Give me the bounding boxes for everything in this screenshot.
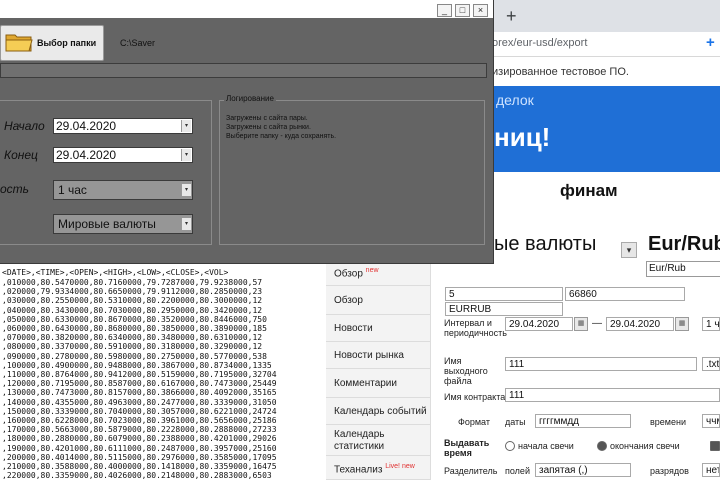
menu-item-overview-new[interactable]: Обзор new [326,262,430,286]
instrument-code-field[interactable]: 66860 [565,287,685,301]
candle-end-label: окончания свечи [610,441,680,451]
field-separator-select[interactable]: запятая (,) [535,463,631,477]
market-title: ые валюты [494,233,597,255]
dropdown-arrow-icon[interactable]: ▾ [181,149,191,161]
extension-plus-icon[interactable]: + [706,34,715,51]
format-label: Формат [458,417,490,427]
new-tab-button[interactable]: + [506,6,517,27]
filename-label: Имя выходного файла [444,356,488,386]
market-select[interactable]: Мировые валюты ▾ [53,214,193,234]
minimize-icon[interactable]: _ [437,4,452,17]
end-label: Конец [4,148,38,162]
period-value: 1 час [58,183,87,197]
date-to-field[interactable]: 29.04.2020 [606,317,674,331]
menu-item-tech-analysis[interactable]: Теханализ Live! new [326,457,430,480]
folder-icon [5,34,33,52]
log-line: Выберите папку - куда сохранять. [226,133,337,140]
date-separator: — [592,318,602,329]
period-select[interactable]: 1 ч [702,317,720,331]
digits-label: разрядов [650,466,689,476]
window-title-bar[interactable] [0,0,493,18]
select-folder-button[interactable]: Выбор папки [0,25,104,61]
file-extension-select[interactable]: .txt [702,357,720,371]
option-checkbox[interactable] [710,441,720,451]
start-label: Начало [4,119,45,133]
candle-start-label: начала свечи [518,441,574,451]
start-date-picker[interactable]: 29.04.2020 ▾ [53,118,193,134]
page-notice: изированное тестовое ПО. [492,66,629,78]
log-title: Логирование [224,94,276,103]
csv-header: <DATE>,<TIME>,<OPEN>,<HIGH>,<LOW>,<CLOSE… [2,268,229,277]
banner-subtext: делок [496,92,534,108]
start-date-value: 29.04.2020 [56,119,117,133]
fields-label: полей [505,466,530,476]
market-code-field[interactable]: 5 [445,287,563,301]
csv-row: ,220000,80.3359000,80.4026000,80.2148000… [2,471,272,480]
market-value: Мировые валюты [58,217,156,231]
dropdown-arrow-icon[interactable]: ▾ [181,120,191,132]
close-icon[interactable]: × [473,4,488,17]
separator-label: Разделитель [444,466,498,476]
saver-window: _ □ × Выбор папки C:\Saver Начало 29.04.… [0,0,494,264]
menu-item-market-news[interactable]: Новости рынка [326,343,430,369]
log-line: Загружены с сайта рынки. [226,124,311,131]
ticker-field[interactable]: EURRUB [445,302,563,316]
contract-field[interactable]: 111 [505,388,720,402]
calendar-icon[interactable]: ▦ [675,317,689,331]
time-label: времени [650,417,686,427]
end-date-picker[interactable]: 29.04.2020 ▾ [53,147,193,163]
banner-headline: ниц! [494,122,551,152]
csv-data-view[interactable]: <DATE>,<TIME>,<OPEN>,<HIGH>,<LOW>,<CLOSE… [0,264,326,480]
digits-separator-select[interactable]: нет [702,463,720,477]
brand-logo[interactable]: финам [560,181,618,201]
time-format-select[interactable]: ччмм [702,414,720,428]
log-line: Загружены с сайта пары. [226,115,308,122]
dropdown-arrow-icon[interactable]: ▾ [181,218,191,230]
candle-time-label: Выдавать время [444,438,490,458]
dropdown-arrow-icon[interactable]: ▾ [181,184,191,196]
pair-title: Eur/Rub [648,233,720,255]
progress-bar [0,63,487,78]
end-date-value: 29.04.2020 [56,148,117,162]
market-dropdown-arrow-icon[interactable]: ▾ [621,242,637,258]
contract-label: Имя контракта [444,392,506,402]
folder-path: C:\Saver [120,38,156,48]
url-text[interactable]: orex/eur-usd/export [492,37,587,49]
calendar-icon[interactable]: ▦ [574,317,588,331]
menu-item-events-calendar[interactable]: Календарь событий [326,399,430,425]
select-folder-label: Выбор папки [37,38,97,48]
menu-item-comments[interactable]: Комментарии [326,370,430,398]
pair-select[interactable]: Eur/Rub [646,261,720,277]
interval-label: Интервал и периодичность [444,318,507,338]
menu-item-news[interactable]: Новости [326,316,430,342]
filename-field[interactable]: 111 [505,357,697,371]
dates-label: даты [505,417,526,427]
period-select[interactable]: 1 час ▾ [53,180,193,200]
maximize-icon[interactable]: □ [455,4,470,17]
date-format-select[interactable]: ггггммдд [535,414,631,428]
candle-end-radio[interactable] [597,441,607,451]
period-label: ость [0,182,29,196]
menu-item-overview[interactable]: Обзор [326,287,430,315]
date-from-field[interactable]: 29.04.2020 [505,317,573,331]
candle-start-radio[interactable] [505,441,515,451]
menu-item-stats-calendar[interactable]: Календарь статистики [326,426,430,456]
